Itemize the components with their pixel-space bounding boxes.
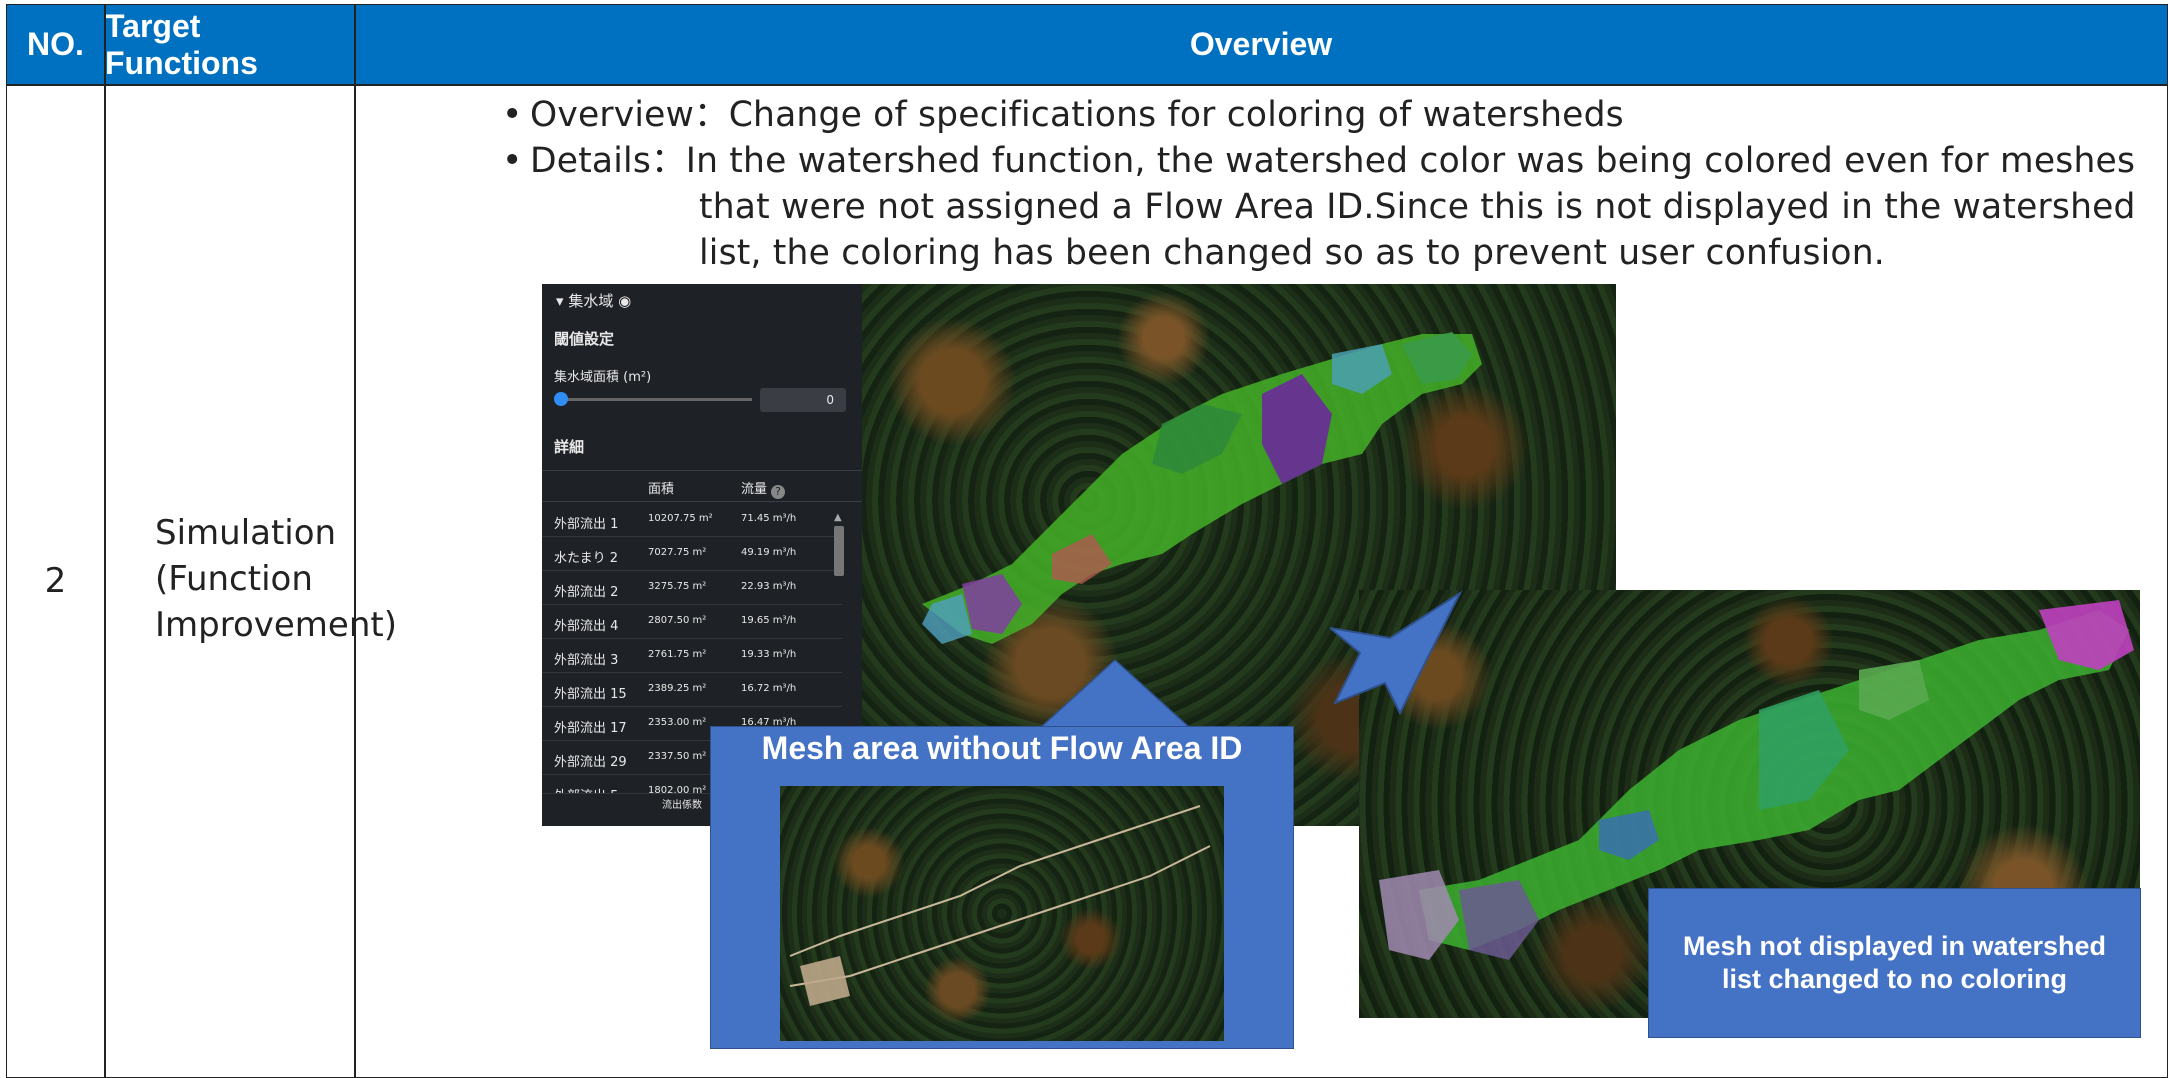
row-area: 2807.50 m² (648, 615, 707, 626)
table-row[interactable]: 外部流出 3 2761.75 m² 19.33 m³/h (542, 639, 842, 673)
row-area: 2337.50 m² (648, 751, 707, 762)
row-name: 外部流出 29 (554, 755, 627, 770)
details-continuation: that were not assigned a Flow Area ID.Si… (699, 187, 2136, 227)
row-area: 10207.75 m² (648, 513, 713, 524)
eye-icon[interactable]: ◉ (618, 292, 631, 310)
row-name: 外部流出 4 (554, 619, 619, 634)
header-divider (7, 84, 2167, 86)
row-area: 3275.75 m² (648, 581, 707, 592)
details-bullet: Details：In the watershed function, the w… (500, 138, 2136, 184)
callout-pointer (1040, 660, 1190, 729)
row-area: 2353.00 m² (648, 717, 707, 728)
mesh-area-callout-text: Mesh area without Flow Area ID (761, 730, 1243, 766)
help-icon[interactable]: ? (771, 485, 786, 499)
column-divider-1 (104, 5, 106, 1077)
threshold-label: 閾値設定 (554, 330, 615, 348)
row-name: 水たまり 2 (554, 551, 619, 566)
col-flow-header: 流量? (741, 478, 786, 499)
target-function-cell: Simulation (Function Improvement) (155, 510, 397, 648)
row-area: 2761.75 m² (648, 649, 707, 660)
row-area: 1802.00 m² (648, 785, 707, 794)
runoff-coefficient-button[interactable]: 流出係数 (662, 796, 702, 811)
scroll-up-icon[interactable]: ▲ (834, 512, 842, 523)
row-name: 外部流出 2 (554, 585, 619, 600)
target-function-line: Improvement) (155, 605, 397, 645)
overview-bullet: Overview：Change of specifications for co… (500, 92, 2136, 138)
chevron-down-icon: ▾ (556, 292, 564, 310)
row-area: 2389.25 m² (648, 683, 707, 694)
row-name: 外部流出 3 (554, 653, 619, 668)
row-area: 7027.75 m² (648, 547, 707, 558)
table-row[interactable]: 水たまり 2 7027.75 m² 49.19 m³/h (542, 537, 842, 571)
table-row[interactable]: 外部流出 4 2807.50 m² 19.65 m³/h (542, 605, 842, 639)
no-coloring-callout-line: Mesh not displayed in watershed (1682, 931, 2107, 961)
scrollbar-thumb[interactable] (834, 526, 844, 576)
row-name: 外部流出 15 (554, 687, 627, 702)
row-flow: 16.72 m³/h (741, 683, 797, 694)
header-target-functions: Target Functions (105, 5, 354, 84)
row-flow: 49.19 m³/h (741, 547, 797, 558)
table-row[interactable]: 外部流出 1 10207.75 m² 71.45 m³/h (542, 503, 842, 537)
row-number: 2 (44, 561, 67, 601)
mesh-area-inset-image (780, 786, 1224, 1041)
mesh-outline (789, 805, 1211, 1006)
area-value-input[interactable]: 0 (760, 388, 846, 412)
row-flow: 19.65 m³/h (741, 615, 797, 626)
target-function-line: Simulation (155, 513, 337, 553)
table-row[interactable]: 外部流出 15 2389.25 m² 16.72 m³/h (542, 673, 842, 707)
section-header[interactable]: ▾ 集水域 ◉ (556, 290, 631, 311)
col-area-header: 面積 (648, 482, 675, 497)
header-no: NO. (7, 5, 104, 84)
target-function-line: (Function (155, 559, 313, 599)
area-label: 集水域面積 (m²) (554, 370, 652, 385)
overview-text: Overview：Change of specifications for co… (500, 92, 2136, 276)
row-name: 外部流出 5 (554, 785, 618, 793)
row-flow: 19.33 m³/h (741, 649, 797, 660)
header-overview: Overview (355, 5, 2167, 84)
row-name: 外部流出 17 (554, 721, 627, 736)
row-name: 外部流出 1 (554, 517, 619, 532)
area-slider-track[interactable] (556, 398, 752, 401)
details-continuation: list, the coloring has been changed so a… (699, 233, 1885, 273)
table-row[interactable]: 外部流出 2 3275.75 m² 22.93 m³/h (542, 571, 842, 605)
no-coloring-callout: Mesh not displayed in watershed list cha… (1648, 888, 2141, 1038)
col-flow-label: 流量 (741, 482, 768, 497)
details-label: 詳細 (554, 438, 585, 456)
area-slider-knob[interactable] (554, 392, 568, 406)
row-flow: 22.93 m³/h (741, 581, 797, 592)
section-title: 集水域 (568, 292, 614, 310)
transition-arrow-icon (1330, 590, 1463, 716)
row-flow: 71.45 m³/h (741, 513, 797, 524)
table-header: 面積 流量? (542, 470, 862, 502)
no-coloring-callout-line: list changed to no coloring (1721, 964, 2067, 994)
